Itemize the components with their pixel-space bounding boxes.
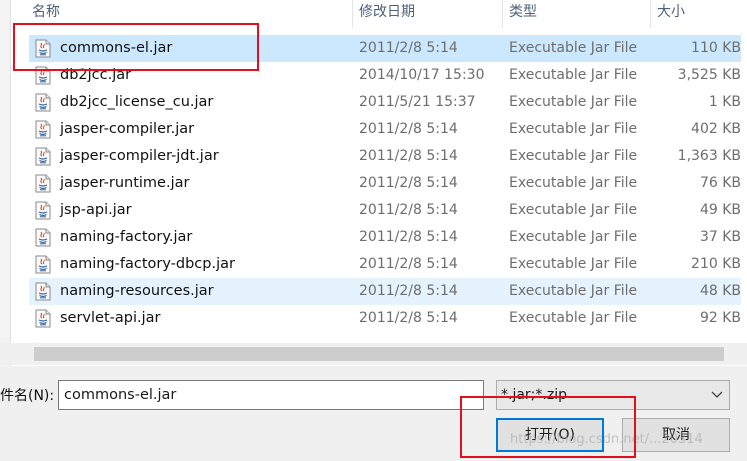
scrollbar-thumb[interactable] (34, 347, 724, 361)
file-name: jasper-runtime.jar (60, 175, 190, 191)
file-size: 37 KB (699, 229, 741, 245)
file-type: Executable Jar File (509, 202, 638, 218)
file-date: 2011/2/8 5:14 (359, 175, 458, 191)
file-type: Executable Jar File (509, 175, 638, 191)
java-jar-file-icon (35, 201, 51, 220)
filename-label: 件名(N): (0, 388, 55, 404)
annotation-highlight-selected-file (13, 23, 259, 71)
java-jar-file-icon (35, 309, 51, 328)
file-type: Executable Jar File (509, 283, 638, 299)
file-date: 2011/2/8 5:14 (359, 148, 458, 164)
java-jar-file-icon (35, 147, 51, 166)
file-row[interactable]: jsp-api.jar 2011/2/8 5:14 Executable Jar F… (29, 197, 741, 224)
file-type: Executable Jar File (509, 310, 638, 326)
column-header-size[interactable]: 大小 (657, 0, 685, 28)
file-date: 2011/2/8 5:14 (359, 256, 458, 272)
column-divider[interactable] (650, 0, 651, 28)
file-date: 2014/10/17 15:30 (359, 67, 485, 83)
navigation-pane-edge (0, 0, 11, 366)
file-row[interactable]: naming-factory-dbcp.jar 2011/2/8 5:14 Exec… (29, 251, 741, 278)
file-date: 2011/2/8 5:14 (359, 283, 458, 299)
file-date: 2011/2/8 5:14 (359, 121, 458, 137)
file-name: jsp-api.jar (60, 202, 132, 218)
file-row[interactable]: jasper-runtime.jar 2011/2/8 5:14 Executabl… (29, 170, 741, 197)
column-divider[interactable] (352, 0, 353, 28)
java-jar-file-icon (35, 282, 51, 301)
file-size: 48 KB (699, 283, 741, 299)
file-type: Executable Jar File (509, 229, 638, 245)
file-size: 49 KB (699, 202, 741, 218)
filename-input[interactable]: commons-el.jar (58, 380, 534, 410)
file-row[interactable]: naming-factory.jar 2011/2/8 5:14 Executabl… (29, 224, 741, 251)
file-row[interactable]: servlet-api.jar 2011/2/8 5:14 Executable J… (29, 305, 741, 332)
file-date: 2011/2/8 5:14 (359, 229, 458, 245)
filename-value: commons-el.jar (64, 387, 177, 403)
file-size: 3,525 KB (677, 67, 741, 83)
horizontal-scrollbar[interactable] (0, 343, 747, 365)
file-date: 2011/2/8 5:14 (359, 202, 458, 218)
file-size: 76 KB (699, 175, 741, 191)
file-type: Executable Jar File (509, 121, 638, 137)
file-size: 1,363 KB (677, 148, 741, 164)
file-size: 110 KB (691, 40, 741, 56)
file-type: Executable Jar File (509, 40, 638, 56)
column-header-type[interactable]: 类型 (509, 0, 537, 28)
file-type: Executable Jar File (509, 148, 638, 164)
file-name: db2jcc_license_cu.jar (60, 94, 214, 110)
file-size: 402 KB (691, 121, 741, 137)
java-jar-file-icon (35, 255, 51, 274)
file-type: Executable Jar File (509, 94, 638, 110)
column-divider[interactable] (502, 0, 503, 28)
file-name: servlet-api.jar (60, 310, 161, 326)
file-size: 1 KB (708, 94, 741, 110)
annotation-highlight-open-button (460, 396, 636, 458)
java-jar-file-icon (35, 228, 51, 247)
java-jar-file-icon (35, 120, 51, 139)
file-type: Executable Jar File (509, 67, 638, 83)
file-name: naming-resources.jar (60, 283, 214, 299)
file-name: naming-factory.jar (60, 229, 193, 245)
file-name: jasper-compiler.jar (60, 121, 195, 137)
file-row[interactable]: db2jcc_license_cu.jar 2011/5/21 15:37 Exec… (29, 89, 741, 116)
java-jar-file-icon (35, 93, 51, 112)
java-jar-file-icon (35, 174, 51, 193)
file-row[interactable]: jasper-compiler.jar 2011/2/8 5:14 Executab… (29, 116, 741, 143)
file-row[interactable]: naming-resources.jar 2011/2/8 5:14 Executa… (29, 278, 741, 305)
file-type: Executable Jar File (509, 256, 638, 272)
file-date: 2011/5/21 15:37 (359, 94, 476, 110)
file-name: jasper-compiler-jdt.jar (60, 148, 219, 164)
file-size: 210 KB (691, 256, 741, 272)
file-name: naming-factory-dbcp.jar (60, 256, 235, 272)
chevron-down-icon[interactable] (710, 388, 724, 402)
file-date: 2011/2/8 5:14 (359, 40, 458, 56)
file-size: 92 KB (699, 310, 741, 326)
column-header-date[interactable]: 修改日期 (359, 0, 415, 28)
file-row[interactable]: jasper-compiler-jdt.jar 2011/2/8 5:14 Exec… (29, 143, 741, 170)
file-date: 2011/2/8 5:14 (359, 310, 458, 326)
